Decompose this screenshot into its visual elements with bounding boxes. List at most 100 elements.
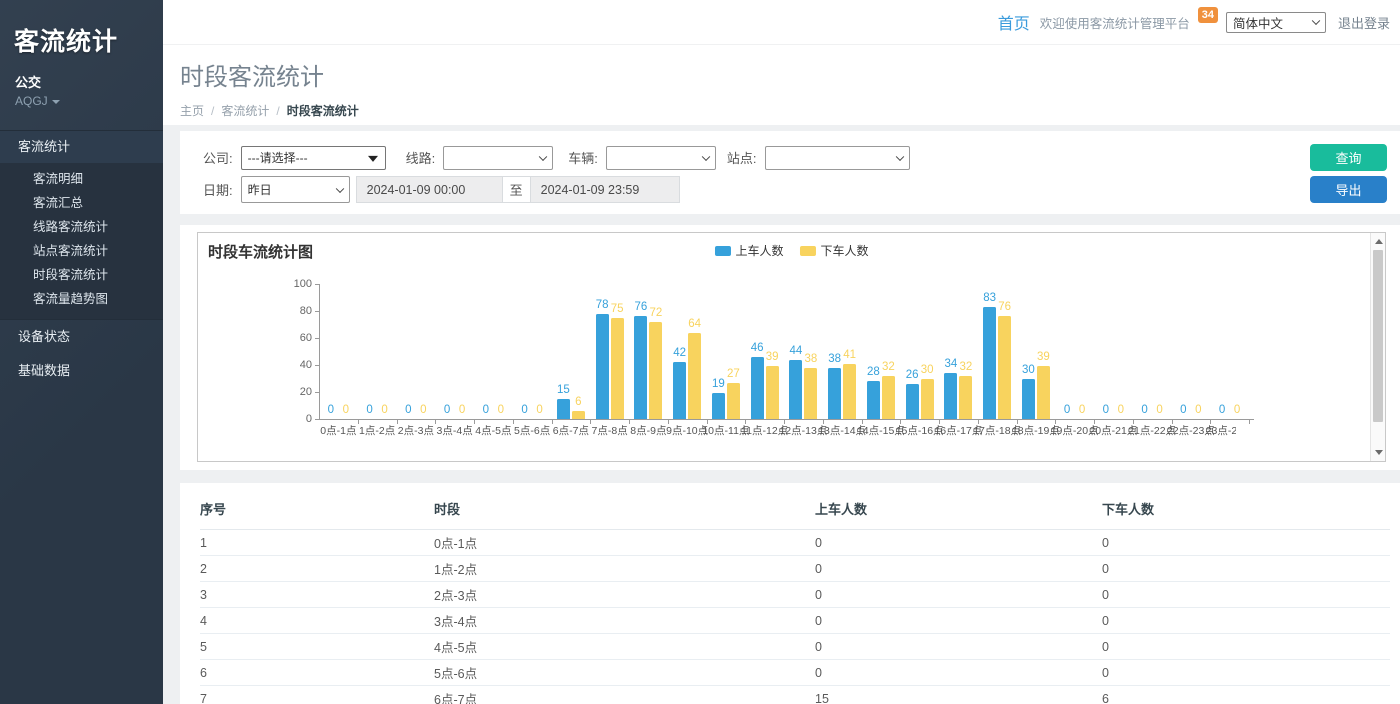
x-tick-mark [1055, 420, 1056, 424]
breadcrumb-separator: / [211, 104, 214, 118]
scroll-down-arrow[interactable] [1371, 445, 1386, 460]
breadcrumb-item[interactable]: 主页 [180, 104, 204, 118]
sidebar-subitem[interactable]: 客流汇总 [0, 191, 163, 215]
table-row: 54点-5点00 [200, 634, 1390, 660]
x-tick-mark [823, 420, 824, 424]
table-row: 43点-4点00 [200, 608, 1390, 634]
breadcrumb-item[interactable]: 客流统计 [221, 104, 269, 118]
table-cell: 0 [1102, 660, 1390, 686]
content: 公司: ---请选择--- 线路: 车辆: 站点: [163, 125, 1400, 704]
export-button[interactable]: 导出 [1310, 176, 1387, 203]
home-link[interactable]: 首页 [998, 10, 1030, 34]
bar-value-label: 6 [564, 396, 592, 408]
x-tick-mark [590, 420, 591, 424]
x-tick-label: 2点-3点 [398, 423, 434, 438]
bar-value-label: 0 [1223, 404, 1251, 416]
table-header-cell: 上车人数 [815, 483, 1102, 530]
y-tick-label: 20 [268, 386, 312, 398]
legend-item[interactable]: 上车人数 [714, 242, 783, 259]
bar-boarding [906, 384, 919, 419]
bar-alighting [804, 368, 817, 419]
chevron-down-icon [1312, 17, 1320, 25]
chart-panel: 时段车流统计图 上车人数下车人数 00000000000015678757672… [180, 225, 1400, 470]
sidebar-subitem[interactable]: 线路客流统计 [0, 215, 163, 239]
company-select[interactable]: ---请选择--- [241, 146, 386, 170]
station-label: 站点: [727, 148, 757, 167]
bar-value-label: 41 [836, 349, 864, 361]
breadcrumb: 主页/客流统计/时段客流统计 [180, 102, 1400, 119]
y-tick-mark [315, 311, 319, 312]
sidebar-item[interactable]: 客流统计 [0, 131, 163, 163]
x-tick-mark [397, 420, 398, 424]
scroll-up-arrow[interactable] [1371, 234, 1386, 249]
topbar: 首页 欢迎使用客流统计管理平台 34 简体中文 退出登录 [163, 0, 1400, 45]
bar-boarding [596, 314, 609, 419]
x-tick-mark [435, 420, 436, 424]
sidebar-subitem[interactable]: 时段客流统计 [0, 263, 163, 287]
table-cell: 0 [1102, 530, 1390, 556]
table-cell: 0 [815, 556, 1102, 582]
org-code-dropdown[interactable]: AQGJ [0, 91, 163, 108]
table-row: 32点-3点00 [200, 582, 1390, 608]
sidebar-item[interactable]: 设备状态 [0, 320, 163, 354]
sidebar-subitem[interactable]: 客流明细 [0, 167, 163, 191]
sidebar-subitem[interactable]: 客流量趋势图 [0, 287, 163, 311]
language-value: 简体中文 [1233, 13, 1283, 32]
query-button[interactable]: 查询 [1310, 144, 1387, 171]
bar-alighting [959, 376, 972, 419]
bar-value-label: 15 [549, 384, 577, 396]
y-tick-mark [315, 392, 319, 393]
date-range-group: 2024-01-09 00:00 至 2024-01-09 23:59 [356, 176, 680, 203]
table-header-row: 序号时段上车人数下车人数 [200, 483, 1390, 530]
chart-legend: 上车人数下车人数 [714, 242, 868, 259]
logout-link[interactable]: 退出登录 [1338, 13, 1390, 32]
line-label: 线路: [406, 148, 436, 167]
x-tick-mark [474, 420, 475, 424]
date-preset-value: 昨日 [248, 181, 272, 198]
station-select[interactable] [765, 146, 910, 170]
x-tick-mark [513, 420, 514, 424]
filter-row-1: 公司: ---请选择--- 线路: 车辆: 站点: [203, 144, 910, 171]
chevron-down-icon [335, 184, 343, 192]
line-select[interactable] [443, 146, 553, 170]
x-tick-label: 1点-2点 [359, 423, 395, 438]
page-title: 时段客流统计 [180, 57, 1400, 92]
x-tick-mark [784, 420, 785, 424]
date-preset-select[interactable]: 昨日 [241, 176, 350, 203]
x-tick-label: 8点-9点 [630, 423, 666, 438]
table-cell: 1 [200, 530, 434, 556]
notification-badge[interactable]: 34 [1198, 7, 1218, 23]
x-tick-mark [358, 420, 359, 424]
x-tick-mark [1133, 420, 1134, 424]
sidebar-item[interactable]: 基础数据 [0, 354, 163, 388]
table-cell: 0 [815, 582, 1102, 608]
table-cell: 0 [815, 608, 1102, 634]
x-tick-mark [939, 420, 940, 424]
date-from-input[interactable]: 2024-01-09 00:00 [356, 176, 503, 203]
language-select[interactable]: 简体中文 [1226, 12, 1326, 33]
chart-scrollbar[interactable] [1370, 233, 1385, 461]
vehicle-select[interactable] [606, 146, 716, 170]
x-tick-mark [707, 420, 708, 424]
scrollbar-thumb[interactable] [1373, 250, 1383, 422]
chevron-down-icon [895, 152, 903, 160]
x-tick-mark [978, 420, 979, 424]
bar-boarding [944, 373, 957, 419]
main-area: 首页 欢迎使用客流统计管理平台 34 简体中文 退出登录 时段客流统计 主页 / 客… [163, 0, 1400, 704]
x-tick-mark [862, 420, 863, 424]
table-cell: 15 [815, 686, 1102, 704]
app-logo: 客流统计 [0, 0, 163, 58]
x-tick-mark [629, 420, 630, 424]
x-tick-label: 3点-4点 [437, 423, 473, 438]
date-to-input[interactable]: 2024-01-09 23:59 [530, 176, 680, 203]
table-cell: 0点-1点 [434, 530, 815, 556]
x-tick-label: 5点-6点 [514, 423, 550, 438]
filter-row-2: 日期: 昨日 2024-01-09 00:00 至 2024-01-09 23:… [203, 176, 680, 203]
bar-alighting [688, 333, 701, 419]
bar-alighting [843, 364, 856, 419]
table-row: 10点-1点00 [200, 530, 1390, 556]
bar-value-label: 72 [642, 307, 670, 319]
sidebar-subitem[interactable]: 站点客流统计 [0, 239, 163, 263]
table-panel: 序号时段上车人数下车人数 10点-1点0021点-2点0032点-3点0043点… [180, 483, 1400, 704]
legend-item[interactable]: 下车人数 [800, 242, 869, 259]
